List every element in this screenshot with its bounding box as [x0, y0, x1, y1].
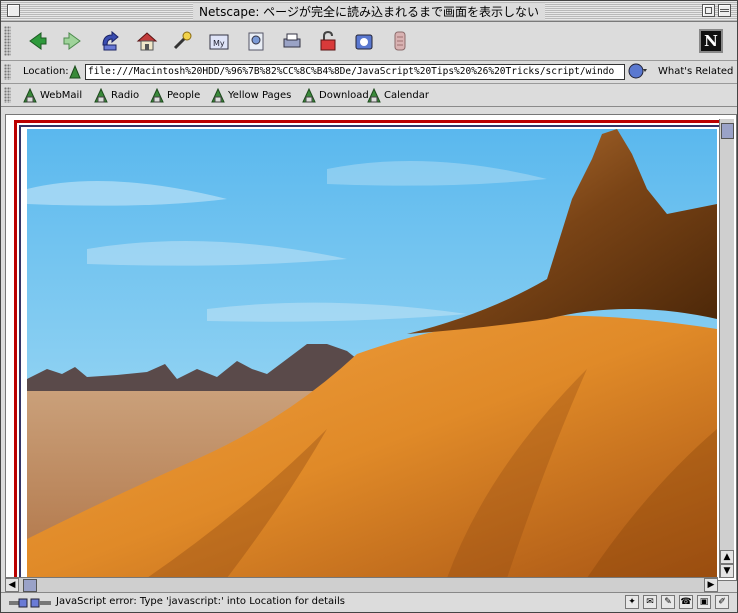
bookmark-icon	[23, 87, 37, 102]
component-bar: ✦ ✉ ✎ ☎ ▣ ✐	[625, 595, 729, 609]
location-bar: Location: file:///Macintosh%20HDD/%96%7B…	[1, 61, 737, 84]
horizontal-scrollbar[interactable]: ◀ ▶	[5, 577, 718, 592]
security-status-icon[interactable]: ▣	[697, 595, 711, 609]
personal-item-radio[interactable]: Radio	[94, 87, 139, 103]
landscape-image	[27, 129, 717, 578]
home-icon	[136, 32, 158, 51]
composer-icon[interactable]: ✎	[661, 595, 675, 609]
netscape-logo[interactable]: N	[699, 29, 723, 53]
scroll-right-arrow[interactable]: ▶	[704, 578, 718, 592]
toolbar-grip[interactable]	[4, 26, 11, 56]
status-text: JavaScript error: Type 'javascript:' int…	[56, 596, 345, 607]
personal-grip[interactable]	[4, 87, 11, 103]
connection-status-icon[interactable]	[9, 596, 51, 610]
bookmark-icon	[367, 87, 381, 102]
bookmark-page-icon[interactable]	[68, 64, 82, 80]
scroll-left-arrow[interactable]: ◀	[5, 578, 19, 592]
personal-toolbar: WebMail Radio People Yellow Pages Downlo…	[1, 84, 737, 107]
collapse-box[interactable]	[718, 4, 731, 17]
whats-related-icon[interactable]	[628, 63, 648, 80]
back-button[interactable]	[25, 28, 51, 54]
home-button[interactable]	[134, 28, 160, 54]
my-netscape-icon: My	[209, 34, 229, 50]
status-bar: JavaScript error: Type 'javascript:' int…	[1, 592, 737, 612]
svg-text:My: My	[213, 39, 225, 48]
personal-item-calendar[interactable]: Calendar	[367, 87, 429, 103]
landscape-illustration	[27, 129, 717, 578]
personal-item-label: Radio	[111, 89, 140, 101]
images-icon	[248, 32, 264, 51]
edit-icon[interactable]: ✐	[715, 595, 729, 609]
print-icon	[283, 33, 301, 48]
personal-item-webmail[interactable]: WebMail	[23, 87, 82, 103]
navigation-toolbar: My N	[1, 22, 737, 61]
close-box[interactable]	[7, 4, 20, 17]
address-book-icon[interactable]: ☎	[679, 595, 693, 609]
mail-icon[interactable]: ✉	[643, 595, 657, 609]
bookmark-icon	[302, 87, 316, 102]
vertical-scroll-thumb[interactable]	[721, 123, 734, 139]
bookmark-icon	[94, 87, 108, 102]
personal-item-download[interactable]: Download	[302, 87, 369, 103]
print-button[interactable]	[279, 28, 305, 54]
location-label: Location:	[23, 66, 69, 77]
scroll-down-arrow[interactable]: ▼	[720, 564, 734, 578]
location-input[interactable]: file:///Macintosh%20HDD/%96%7B%82%CC%8C%…	[85, 64, 625, 80]
personal-item-label: Download	[319, 89, 369, 101]
vertical-scrollbar[interactable]: ▲ ▼	[719, 119, 734, 578]
reload-icon	[102, 30, 119, 51]
title-bar[interactable]: Netscape: ページが完全に読み込まれるまで画面を表示しない	[1, 1, 737, 22]
personal-item-people[interactable]: People	[150, 87, 200, 103]
search-icon	[173, 31, 192, 50]
whats-related-label[interactable]: What's Related	[658, 66, 733, 77]
back-arrow-icon	[29, 32, 47, 50]
bookmark-icon	[211, 87, 225, 102]
my-netscape-button[interactable]: My	[206, 28, 232, 54]
scroll-up-arrow[interactable]: ▲	[720, 550, 734, 564]
forward-arrow-icon	[63, 32, 81, 50]
lock-icon	[320, 30, 336, 51]
search-button[interactable]	[170, 28, 196, 54]
personal-item-yellow-pages[interactable]: Yellow Pages	[211, 87, 291, 103]
reload-button[interactable]	[97, 28, 123, 54]
security-button[interactable]	[315, 28, 341, 54]
zoom-box[interactable]	[702, 4, 715, 17]
location-grip[interactable]	[4, 64, 11, 80]
navigator-icon[interactable]: ✦	[625, 595, 639, 609]
window-title: Netscape: ページが完全に読み込まれるまで画面を表示しない	[193, 3, 545, 20]
personal-item-label: WebMail	[40, 89, 83, 101]
shop-button[interactable]	[351, 28, 377, 54]
bookmark-icon	[150, 87, 164, 102]
browser-window: Netscape: ページが完全に読み込まれるまで画面を表示しない My N L…	[0, 0, 738, 613]
forward-button[interactable]	[59, 28, 85, 54]
personal-item-label: People	[167, 89, 201, 101]
personal-item-label: Calendar	[384, 89, 429, 101]
personal-item-label: Yellow Pages	[228, 89, 292, 101]
stop-icon	[394, 31, 406, 51]
horizontal-scroll-thumb[interactable]	[23, 579, 37, 592]
shop-icon	[355, 34, 373, 50]
images-button[interactable]	[243, 28, 269, 54]
stop-button[interactable]	[387, 28, 413, 54]
